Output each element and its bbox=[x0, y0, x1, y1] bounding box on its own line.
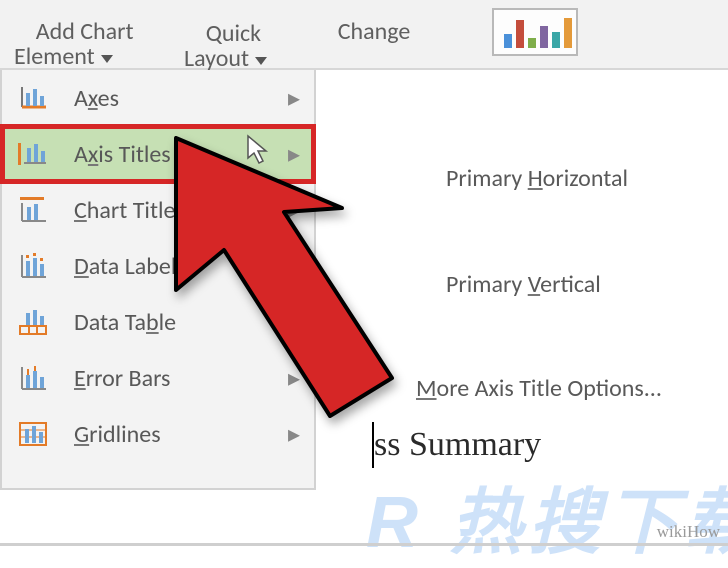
data-table-icon bbox=[16, 307, 50, 337]
chevron-down-icon bbox=[101, 55, 113, 63]
submenu-item-primary-vertical[interactable]: Primary Vertical bbox=[446, 260, 601, 309]
error-bars-icon bbox=[16, 363, 50, 393]
quick-layout-label: Quick Layout bbox=[184, 19, 261, 73]
watermark-wikihow: wikiHow bbox=[657, 522, 720, 542]
chart-style-thumbnail[interactable] bbox=[492, 8, 578, 56]
axes-icon bbox=[16, 83, 50, 113]
instruction-arrow-icon bbox=[156, 120, 456, 440]
submenu-item-primary-horizontal[interactable]: Primary Horizontal bbox=[446, 154, 628, 203]
change-colors-label: Change bbox=[338, 17, 411, 46]
gridlines-icon bbox=[16, 419, 50, 449]
menu-item-label: Gridlines bbox=[74, 420, 161, 449]
chevron-right-icon: ▸ bbox=[288, 84, 300, 113]
menu-item-axes[interactable]: Axes ▸ bbox=[2, 70, 314, 126]
add-chart-element-label: Add Chart Element bbox=[14, 17, 134, 71]
axis-titles-icon bbox=[16, 139, 50, 169]
data-labels-icon bbox=[16, 251, 50, 281]
ribbon: Add Chart Element Quick Layout Change bbox=[0, 0, 728, 70]
menu-item-label: Axes bbox=[74, 84, 119, 113]
change-colors-button[interactable]: Change bbox=[316, 0, 410, 70]
chart-title-icon bbox=[16, 195, 50, 225]
watermark-resou: R 热搜下载 bbox=[366, 463, 728, 568]
chevron-down-icon bbox=[255, 57, 267, 65]
